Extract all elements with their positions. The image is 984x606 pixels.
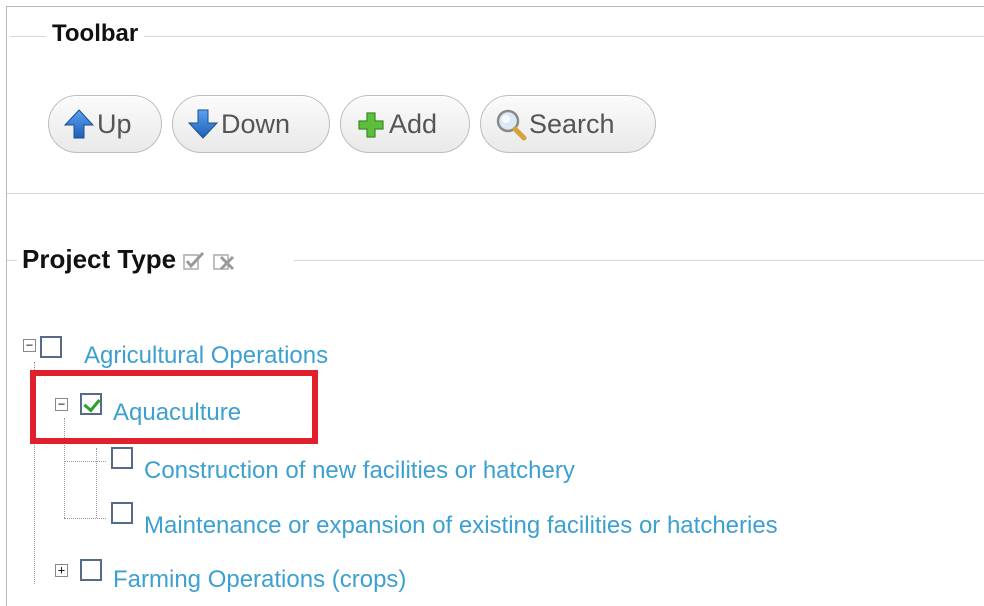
up-button-label: Up <box>97 108 132 139</box>
tree-checkbox[interactable] <box>40 336 62 358</box>
down-button[interactable]: Down <box>172 95 330 153</box>
highlight-box <box>30 370 318 444</box>
toolbar-title: Toolbar <box>46 20 145 48</box>
expand-toggle[interactable]: + <box>55 564 68 577</box>
tree-checkbox[interactable] <box>111 447 133 469</box>
uncheck-all-icon[interactable] <box>212 249 236 271</box>
project-type-title: Project Type <box>22 244 177 274</box>
add-button-label: Add <box>389 108 438 139</box>
tree-node-agricultural-operations[interactable]: Agricultural Operations <box>84 342 328 370</box>
collapse-toggle[interactable]: − <box>23 339 36 352</box>
tree-node-maintenance[interactable]: Maintenance or expansion of existing fac… <box>144 512 778 540</box>
tree-checkbox[interactable] <box>80 559 102 581</box>
search-button[interactable]: Search <box>480 95 656 153</box>
toolbar-border <box>10 36 984 37</box>
up-button[interactable]: Up <box>48 95 162 153</box>
tree-node-farming-operations[interactable]: Farming Operations (crops) <box>113 566 406 594</box>
tree-connector <box>96 448 97 518</box>
tree-node-construction[interactable]: Construction of new facilities or hatche… <box>144 457 575 485</box>
tree-connector <box>64 518 106 519</box>
tree-checkbox[interactable] <box>111 502 133 524</box>
project-type-legend: Project Type <box>22 244 236 275</box>
project-type-border-left <box>7 260 17 261</box>
add-button[interactable]: Add <box>340 95 470 153</box>
arrow-down-icon <box>187 107 219 141</box>
magnifier-icon <box>495 107 527 141</box>
plus-icon <box>355 107 387 141</box>
project-type-border <box>294 260 984 261</box>
toolbar-divider <box>7 193 984 194</box>
down-button-label: Down <box>221 108 291 139</box>
arrow-up-icon <box>63 107 95 141</box>
check-all-icon[interactable] <box>182 249 206 271</box>
tree-connector <box>64 461 106 462</box>
search-button-label: Search <box>529 108 615 139</box>
